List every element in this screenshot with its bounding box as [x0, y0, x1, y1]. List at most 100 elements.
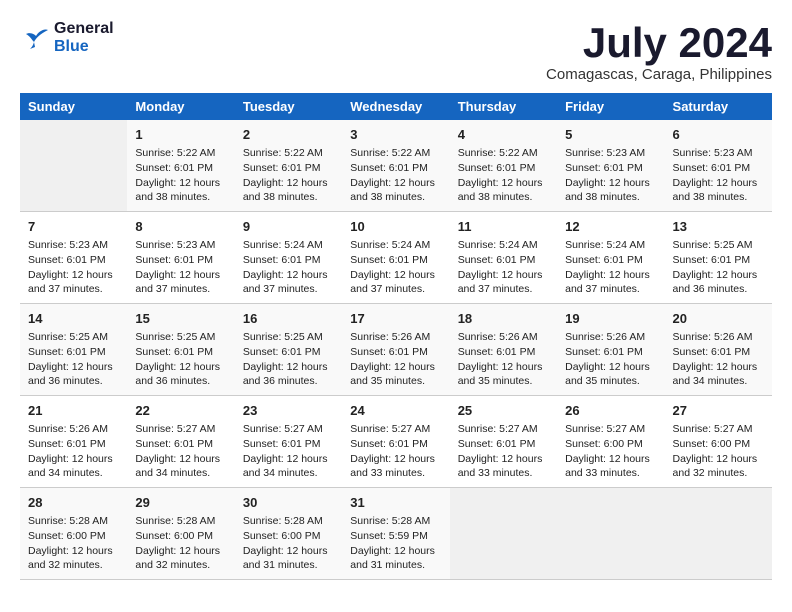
calendar-cell: 10Sunrise: 5:24 AMSunset: 6:01 PMDayligh… [342, 212, 449, 304]
calendar-cell [557, 487, 664, 579]
daylight-text: Daylight: 12 hours and 33 minutes. [350, 452, 441, 481]
daylight-text: Daylight: 12 hours and 35 minutes. [565, 360, 656, 389]
calendar-cell: 11Sunrise: 5:24 AMSunset: 6:01 PMDayligh… [450, 212, 557, 304]
calendar-cell: 16Sunrise: 5:25 AMSunset: 6:01 PMDayligh… [235, 304, 342, 396]
day-number: 26 [565, 402, 656, 420]
daylight-text: Daylight: 12 hours and 38 minutes. [243, 176, 334, 205]
logo-bird-icon [20, 26, 50, 50]
daylight-text: Daylight: 12 hours and 36 minutes. [243, 360, 334, 389]
day-number: 24 [350, 402, 441, 420]
day-number: 22 [135, 402, 226, 420]
sunrise-text: Sunrise: 5:25 AM [28, 330, 119, 345]
daylight-text: Daylight: 12 hours and 37 minutes. [135, 268, 226, 297]
sunset-text: Sunset: 6:01 PM [135, 345, 226, 360]
sunrise-text: Sunrise: 5:23 AM [135, 238, 226, 253]
sunset-text: Sunset: 6:01 PM [673, 345, 764, 360]
sunset-text: Sunset: 6:01 PM [673, 253, 764, 268]
calendar-cell: 25 Sunrise: 5:27 AMSunset: 6:01 PMDayligh… [450, 396, 557, 488]
day-number: 13 [673, 218, 764, 236]
sunrise-text: Sunrise: 5:24 AM [458, 238, 549, 253]
calendar-cell: 23 Sunrise: 5:27 AMSunset: 6:01 PMDayligh… [235, 396, 342, 488]
day-number: 27 [673, 402, 764, 420]
sunrise-text: Sunrise: 5:23 AM [673, 146, 764, 161]
daylight-text: Daylight: 12 hours and 33 minutes. [565, 452, 656, 481]
daylight-text: Daylight: 12 hours and 34 minutes. [28, 452, 119, 481]
sunrise-text: Sunrise: 5:27 AM [458, 422, 549, 437]
calendar-cell: 20 Sunrise: 5:26 AMSunset: 6:01 PMDayligh… [665, 304, 772, 396]
daylight-text: Daylight: 12 hours and 36 minutes. [28, 360, 119, 389]
sunrise-text: Sunrise: 5:26 AM [673, 330, 764, 345]
calendar-week-row: 7Sunrise: 5:23 AMSunset: 6:01 PMDaylight… [20, 212, 772, 304]
sunrise-text: Sunrise: 5:28 AM [243, 514, 334, 529]
calendar-cell: 30Sunrise: 5:28 AMSunset: 6:00 PMDayligh… [235, 487, 342, 579]
day-number: 2 [243, 126, 334, 144]
sunrise-text: Sunrise: 5:27 AM [243, 422, 334, 437]
day-number: 29 [135, 494, 226, 512]
sunrise-text: Sunrise: 5:27 AM [350, 422, 441, 437]
page-title: July 2024 [546, 20, 772, 66]
day-number: 23 [243, 402, 334, 420]
day-number: 12 [565, 218, 656, 236]
daylight-text: Daylight: 12 hours and 35 minutes. [458, 360, 549, 389]
daylight-text: Daylight: 12 hours and 32 minutes. [135, 544, 226, 573]
daylight-text: Daylight: 12 hours and 37 minutes. [28, 268, 119, 297]
daylight-text: Daylight: 12 hours and 35 minutes. [350, 360, 441, 389]
logo-text: General Blue [54, 20, 114, 56]
column-header-sunday: Sunday [20, 93, 127, 120]
day-number: 8 [135, 218, 226, 236]
calendar-week-row: 14Sunrise: 5:25 AMSunset: 6:01 PMDayligh… [20, 304, 772, 396]
sunset-text: Sunset: 6:01 PM [673, 161, 764, 176]
sunset-text: Sunset: 6:01 PM [243, 345, 334, 360]
sunset-text: Sunset: 6:01 PM [243, 437, 334, 452]
daylight-text: Daylight: 12 hours and 32 minutes. [28, 544, 119, 573]
sunset-text: Sunset: 6:01 PM [350, 345, 441, 360]
calendar-cell: 15Sunrise: 5:25 AMSunset: 6:01 PMDayligh… [127, 304, 234, 396]
sunset-text: Sunset: 6:01 PM [565, 161, 656, 176]
sunset-text: Sunset: 5:59 PM [350, 529, 441, 544]
day-number: 31 [350, 494, 441, 512]
sunset-text: Sunset: 6:01 PM [350, 161, 441, 176]
sunrise-text: Sunrise: 5:25 AM [243, 330, 334, 345]
daylight-text: Daylight: 12 hours and 32 minutes. [673, 452, 764, 481]
daylight-text: Daylight: 12 hours and 37 minutes. [458, 268, 549, 297]
daylight-text: Daylight: 12 hours and 36 minutes. [135, 360, 226, 389]
day-number: 1 [135, 126, 226, 144]
sunset-text: Sunset: 6:01 PM [135, 161, 226, 176]
calendar-cell: 4Sunrise: 5:22 AMSunset: 6:01 PMDaylight… [450, 120, 557, 211]
calendar-cell: 29Sunrise: 5:28 AMSunset: 6:00 PMDayligh… [127, 487, 234, 579]
calendar-cell: 17Sunrise: 5:26 AMSunset: 6:01 PMDayligh… [342, 304, 449, 396]
sunset-text: Sunset: 6:00 PM [28, 529, 119, 544]
sunset-text: Sunset: 6:01 PM [565, 345, 656, 360]
calendar-cell: 24Sunrise: 5:27 AMSunset: 6:01 PMDayligh… [342, 396, 449, 488]
column-header-friday: Friday [557, 93, 664, 120]
sunset-text: Sunset: 6:01 PM [350, 253, 441, 268]
daylight-text: Daylight: 12 hours and 33 minutes. [458, 452, 549, 481]
calendar-cell: 2Sunrise: 5:22 AMSunset: 6:01 PMDaylight… [235, 120, 342, 211]
calendar-cell: 9Sunrise: 5:24 AMSunset: 6:01 PMDaylight… [235, 212, 342, 304]
calendar-cell: 14Sunrise: 5:25 AMSunset: 6:01 PMDayligh… [20, 304, 127, 396]
daylight-text: Daylight: 12 hours and 34 minutes. [135, 452, 226, 481]
column-header-thursday: Thursday [450, 93, 557, 120]
daylight-text: Daylight: 12 hours and 34 minutes. [673, 360, 764, 389]
calendar-table: SundayMondayTuesdayWednesdayThursdayFrid… [20, 93, 772, 580]
day-number: 17 [350, 310, 441, 328]
day-number: 20 [673, 310, 764, 328]
sunrise-text: Sunrise: 5:28 AM [135, 514, 226, 529]
sunrise-text: Sunrise: 5:27 AM [565, 422, 656, 437]
daylight-text: Daylight: 12 hours and 34 minutes. [243, 452, 334, 481]
sunset-text: Sunset: 6:01 PM [243, 161, 334, 176]
calendar-cell: 1Sunrise: 5:22 AMSunset: 6:01 PMDaylight… [127, 120, 234, 211]
sunrise-text: Sunrise: 5:27 AM [673, 422, 764, 437]
day-number: 6 [673, 126, 764, 144]
calendar-cell: 31Sunrise: 5:28 AMSunset: 5:59 PMDayligh… [342, 487, 449, 579]
calendar-cell: 19Sunrise: 5:26 AMSunset: 6:01 PMDayligh… [557, 304, 664, 396]
sunset-text: Sunset: 6:01 PM [135, 437, 226, 452]
day-number: 18 [458, 310, 549, 328]
sunset-text: Sunset: 6:01 PM [243, 253, 334, 268]
sunset-text: Sunset: 6:01 PM [458, 437, 549, 452]
day-number: 25 [458, 402, 549, 420]
daylight-text: Daylight: 12 hours and 38 minutes. [673, 176, 764, 205]
column-header-monday: Monday [127, 93, 234, 120]
sunset-text: Sunset: 6:01 PM [28, 437, 119, 452]
sunset-text: Sunset: 6:01 PM [28, 253, 119, 268]
